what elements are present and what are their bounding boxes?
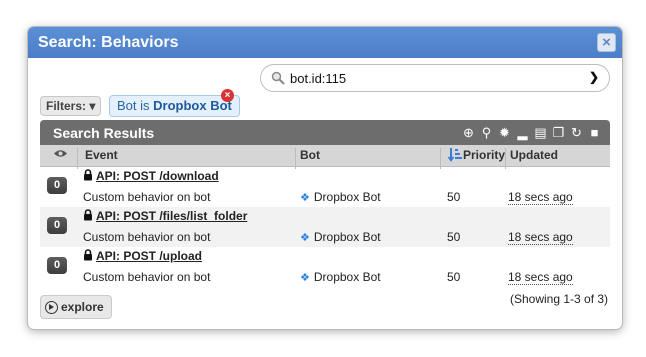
updated-cell: 18 secs ago bbox=[508, 190, 573, 205]
chevron-down-icon[interactable]: ❯ bbox=[589, 70, 599, 84]
event-link[interactable]: API: POST /files/list_folder bbox=[96, 209, 247, 223]
eye-icon[interactable] bbox=[53, 147, 68, 163]
event-description: Custom behavior on bot bbox=[83, 190, 211, 204]
column-divider bbox=[77, 148, 78, 169]
results-title: Search Results bbox=[53, 125, 155, 141]
count-badge[interactable]: 0 bbox=[44, 255, 70, 276]
search-value: bot.id:115 bbox=[290, 71, 347, 86]
bot-name: Dropbox Bot bbox=[313, 230, 381, 244]
bot-cell[interactable]: ❖ Dropbox Bot bbox=[300, 190, 381, 204]
table-header: Event Bot Priority Updated bbox=[40, 145, 610, 169]
updated-cell: 18 secs ago bbox=[508, 230, 573, 245]
bot-name: Dropbox Bot bbox=[313, 190, 381, 204]
dropbox-icon: ❖ bbox=[300, 232, 310, 244]
explore-label: explore bbox=[61, 300, 104, 314]
add-icon[interactable]: ⊕ bbox=[461, 125, 476, 140]
dialog-titlebar: Search: Behaviors × bbox=[28, 27, 622, 58]
bot-name: Dropbox Bot bbox=[313, 270, 381, 284]
lock-icon bbox=[84, 169, 92, 181]
signal-icon[interactable]: ▂ bbox=[515, 125, 530, 140]
priority-cell: 50 bbox=[447, 230, 461, 244]
explore-button[interactable]: explore bbox=[40, 295, 112, 319]
table-row[interactable]: 0 API: POST /download Custom behavior on… bbox=[40, 167, 610, 207]
close-icon[interactable]: × bbox=[597, 33, 616, 52]
column-updated[interactable]: Updated bbox=[510, 148, 558, 162]
column-divider bbox=[295, 148, 296, 169]
results-header: Search Results ⊕ ⚲ ✹ ▂ ▤ ❐ ↻ ■ bbox=[40, 120, 610, 145]
filter-chip[interactable]: Bot is Dropbox Bot bbox=[109, 95, 240, 117]
chevron-down-icon: ▾ bbox=[89, 99, 96, 113]
event-link[interactable]: API: POST /upload bbox=[96, 249, 202, 263]
filters-button[interactable]: Filters: ▾ bbox=[40, 96, 102, 116]
copy-icon[interactable]: ❐ bbox=[551, 125, 566, 140]
column-divider bbox=[440, 148, 441, 169]
sort-icon[interactable] bbox=[447, 147, 462, 165]
magnifier-icon bbox=[271, 71, 285, 85]
lock-icon bbox=[84, 209, 92, 221]
table-row[interactable]: 0 API: POST /files/list_folder Custom be… bbox=[40, 207, 610, 247]
priority-cell: 50 bbox=[447, 270, 461, 284]
priority-cell: 50 bbox=[447, 190, 461, 204]
filter-chip-value: Dropbox Bot bbox=[153, 98, 232, 113]
search-input[interactable]: bot.id:115 ❯ bbox=[260, 64, 610, 92]
bot-cell[interactable]: ❖ Dropbox Bot bbox=[300, 230, 381, 244]
filters-label: Filters: bbox=[46, 99, 87, 113]
export-icon[interactable]: ▤ bbox=[533, 125, 548, 140]
play-icon bbox=[45, 301, 58, 315]
dropbox-icon: ❖ bbox=[300, 272, 310, 284]
bot-cell[interactable]: ❖ Dropbox Bot bbox=[300, 270, 381, 284]
results-count: (Showing 1-3 of 3) bbox=[510, 292, 609, 306]
checkbox-icon[interactable]: ■ bbox=[587, 125, 602, 140]
search-dialog: Search: Behaviors × bot.id:115 ❯ Filters… bbox=[28, 27, 622, 329]
column-event[interactable]: Event bbox=[85, 148, 118, 162]
filter-chip-prefix: Bot is bbox=[117, 98, 150, 113]
lock-icon bbox=[84, 249, 92, 261]
column-priority[interactable]: Priority bbox=[463, 148, 505, 162]
event-link[interactable]: API: POST /download bbox=[96, 169, 219, 183]
event-description: Custom behavior on bot bbox=[83, 230, 211, 244]
count-badge[interactable]: 0 bbox=[44, 175, 70, 196]
column-divider bbox=[505, 148, 506, 169]
updated-cell: 18 secs ago bbox=[508, 270, 573, 285]
gear-icon[interactable]: ✹ bbox=[497, 125, 512, 140]
search-icon[interactable]: ⚲ bbox=[479, 125, 494, 140]
table-row[interactable]: 0 API: POST /upload Custom behavior on b… bbox=[40, 247, 610, 287]
count-badge[interactable]: 0 bbox=[44, 215, 70, 236]
dropbox-icon: ❖ bbox=[300, 192, 310, 204]
refresh-icon[interactable]: ↻ bbox=[569, 125, 584, 140]
column-bot[interactable]: Bot bbox=[300, 148, 320, 162]
event-description: Custom behavior on bot bbox=[83, 270, 211, 284]
remove-filter-icon[interactable]: × bbox=[221, 89, 234, 102]
dialog-title: Search: Behaviors bbox=[38, 34, 179, 51]
results-toolbar: ⊕ ⚲ ✹ ▂ ▤ ❐ ↻ ■ bbox=[458, 124, 602, 141]
